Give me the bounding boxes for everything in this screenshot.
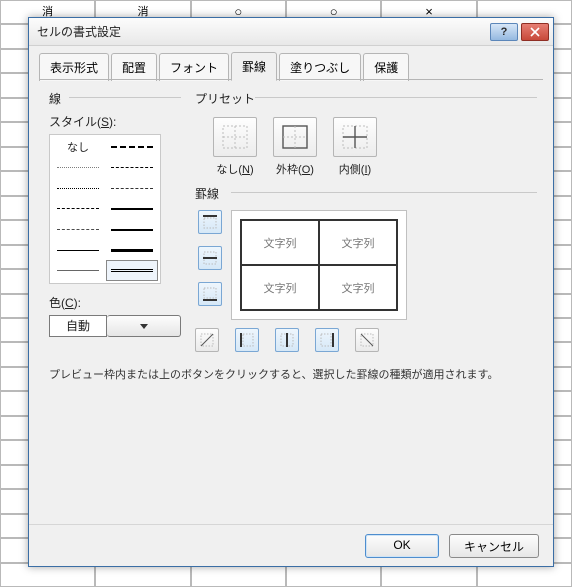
- border-right-icon: [319, 332, 335, 348]
- border-diag-up-button[interactable]: [195, 328, 219, 352]
- style-swatch[interactable]: [53, 159, 103, 178]
- cancel-button[interactable]: キャンセル: [449, 534, 539, 558]
- tab-font[interactable]: フォント: [159, 53, 229, 81]
- tab-protection[interactable]: 保護: [363, 53, 409, 81]
- border-left-button[interactable]: [235, 328, 259, 352]
- border-section-label: 罫線: [195, 185, 537, 202]
- tab-border[interactable]: 罫線: [231, 52, 277, 81]
- tab-alignment[interactable]: 配置: [111, 53, 157, 81]
- titlebar[interactable]: セルの書式設定 ?: [29, 18, 553, 46]
- line-section-label: 線: [49, 90, 181, 107]
- preset-none-icon: [221, 124, 249, 150]
- style-swatch[interactable]: [107, 220, 157, 239]
- style-swatch[interactable]: [107, 261, 157, 280]
- description-text: プレビュー枠内または上のボタンをクリックすると、選択した罫線の種類が適用されます…: [49, 366, 537, 382]
- style-label: スタイル(S):: [49, 113, 181, 130]
- border-vmiddle-button[interactable]: [275, 328, 299, 352]
- style-swatch[interactable]: [53, 261, 103, 280]
- preview-cell: 文字列: [241, 265, 319, 310]
- border-vmiddle-icon: [279, 332, 295, 348]
- dialog-footer: OK キャンセル: [29, 524, 553, 566]
- close-icon: [530, 27, 540, 37]
- preview-cell: 文字列: [241, 220, 319, 265]
- style-swatch[interactable]: [53, 179, 103, 198]
- style-swatch[interactable]: [107, 200, 157, 219]
- border-diag-down-icon: [359, 332, 375, 348]
- style-swatch[interactable]: [107, 241, 157, 260]
- border-diag-down-button[interactable]: [355, 328, 379, 352]
- preset-outline-icon: [281, 124, 309, 150]
- preset-inside-icon: [341, 124, 369, 150]
- border-left-icon: [239, 332, 255, 348]
- border-top-button[interactable]: [198, 210, 222, 234]
- style-swatch[interactable]: [53, 200, 103, 219]
- style-swatch[interactable]: [53, 241, 103, 260]
- help-button[interactable]: ?: [490, 23, 518, 41]
- style-swatch[interactable]: [107, 159, 157, 178]
- color-label: 色(C):: [49, 294, 181, 311]
- format-cells-dialog: セルの書式設定 ? 表示形式 配置 フォント 罫線 塗りつぶし 保護 線 スタイ…: [28, 17, 554, 567]
- style-swatch[interactable]: [107, 138, 157, 157]
- tab-fill[interactable]: 塗りつぶし: [279, 53, 361, 81]
- style-none[interactable]: なし: [53, 138, 103, 157]
- tab-number[interactable]: 表示形式: [39, 53, 109, 81]
- preset-none[interactable]: なし(N): [213, 117, 257, 177]
- color-select[interactable]: 自動: [49, 315, 181, 337]
- preset-inside[interactable]: 内側(I): [333, 117, 377, 177]
- border-hmiddle-icon: [202, 250, 218, 266]
- preset-outline[interactable]: 外枠(O): [273, 117, 317, 177]
- color-dropdown-button[interactable]: [107, 315, 181, 337]
- border-pane: 線 スタイル(S): なし: [29, 80, 553, 392]
- preview-cell: 文字列: [319, 220, 397, 265]
- style-swatch[interactable]: [107, 179, 157, 198]
- style-swatch[interactable]: [53, 220, 103, 239]
- tab-strip: 表示形式 配置 フォント 罫線 塗りつぶし 保護: [29, 46, 553, 80]
- close-button[interactable]: [521, 23, 549, 41]
- preset-section-label: プリセット: [195, 90, 537, 107]
- border-diag-up-icon: [199, 332, 215, 348]
- border-bottom-icon: [202, 286, 218, 302]
- border-bottom-button[interactable]: [198, 282, 222, 306]
- dialog-title: セルの書式設定: [37, 23, 487, 40]
- chevron-down-icon: [140, 324, 148, 329]
- line-style-picker[interactable]: なし: [49, 134, 161, 284]
- border-top-icon: [202, 214, 218, 230]
- ok-button[interactable]: OK: [365, 534, 439, 558]
- border-preview[interactable]: 文字列 文字列 文字列 文字列: [231, 210, 407, 320]
- preview-cell: 文字列: [319, 265, 397, 310]
- border-hmiddle-button[interactable]: [198, 246, 222, 270]
- border-right-button[interactable]: [315, 328, 339, 352]
- color-value: 自動: [49, 315, 107, 337]
